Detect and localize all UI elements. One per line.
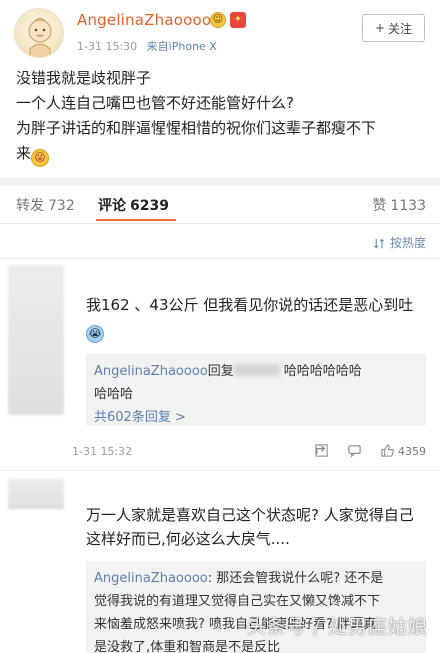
member-face-icon: ☺ — [210, 12, 226, 28]
red-envelope-icon: ✦ — [230, 12, 246, 28]
reply-action: 回复 — [207, 364, 234, 379]
comment-1-reply-box[interactable]: AngelinaZhaoooo回复 哈哈哈哈哈哈 哈哈哈 共602条回复 > — [86, 354, 426, 426]
tab-repost[interactable]: 转发 732 — [16, 195, 75, 215]
more-replies-link[interactable]: 共602条回复 > — [94, 406, 418, 429]
redacted-avatar-area — [8, 479, 64, 509]
user-badges: ☺ ✦ — [210, 12, 246, 28]
share-icon[interactable] — [314, 443, 329, 458]
tab-likes[interactable]: 赞 1133 — [372, 195, 426, 215]
comment-2-line-1: 万一人家就是喜欢自己这个状态呢? 人家觉得自己 — [86, 506, 414, 524]
sort-label: 按热度 — [389, 236, 426, 250]
sort-icon — [374, 238, 385, 249]
post-source-device: iPhone X — [168, 40, 217, 53]
reply-author[interactable]: AngelinaZhaoooo — [94, 571, 208, 586]
comment-1-reply-line-1: AngelinaZhaoooo回复 哈哈哈哈哈哈 — [94, 360, 418, 383]
post-tabs: 转发 732 评论 6239 赞 1133 — [0, 186, 440, 224]
post-line-2: 一个人连自己嘴巴也管不好还能管好什么? — [16, 94, 294, 112]
post-line-4: 来 😜 — [16, 141, 428, 167]
user-avatar[interactable] — [14, 8, 64, 58]
plus-icon: + — [374, 21, 386, 35]
tab-repost-label: 转发 — [16, 198, 44, 214]
comment-2-text: 万一人家就是喜欢自己这个状态呢? 人家觉得自己 这样好而已,何必这么大戾气...… — [86, 503, 428, 551]
tab-comments-label: 评论 — [98, 198, 126, 214]
reply-text-1: : 那还会管我说什么呢? 还不是 — [207, 571, 384, 586]
weibo-post: AngelinaZhaoooo ☺ ✦ 1-31 15:30 来自iPhone … — [0, 0, 440, 183]
watermark: 头条号 / 处男座姑娘 — [246, 616, 428, 638]
comment-2-reply-line-1: AngelinaZhaoooo: 那还会管我说什么呢? 还不是 — [94, 567, 418, 590]
tab-likes-count: 1133 — [390, 198, 426, 214]
tab-repost-count: 732 — [48, 198, 75, 214]
baby-avatar-icon — [28, 18, 52, 57]
section-gap — [0, 178, 440, 186]
post-username[interactable]: AngelinaZhaoooo — [77, 11, 211, 29]
post-line-1: 没错我就是歧视胖子 — [16, 69, 152, 87]
tongue-emoji-icon: 😜 — [31, 149, 50, 167]
post-source: 来自iPhone X — [147, 40, 217, 53]
post-line-4-text: 来 — [16, 144, 32, 162]
crying-emoji-icon: 😭 — [86, 325, 104, 343]
tab-comments[interactable]: 评论 6239 — [98, 195, 169, 215]
post-line-3: 为胖子讲话的和胖逼惺惺相惜的祝你们这辈子都瘦不下 — [16, 119, 377, 137]
comment-2-reply-box[interactable]: AngelinaZhaoooo: 那还会管我说什么呢? 还不是 觉得我说的有道理… — [86, 561, 426, 653]
comment-icon[interactable] — [347, 443, 362, 458]
post-meta: 1-31 15:30 来自iPhone X — [77, 38, 217, 54]
comment-1-emoji-line: 😭 — [86, 317, 428, 343]
post-source-prefix: 来自 — [146, 40, 169, 53]
post-body: 没错我就是歧视胖子 一个人连自己嘴巴也管不好还能管好什么? 为胖子讲话的和胖逼惺… — [16, 66, 428, 167]
comment-1-line-1: 我162 、43公斤 但我看见你说的话还是恶心到吐 — [86, 296, 414, 314]
like-control[interactable]: 4359 — [380, 443, 426, 458]
comment-2-reply-line-2: 觉得我说的有道理又觉得自己实在又懒又馋减不下 — [94, 594, 381, 609]
follow-button-label: 关注 — [388, 21, 413, 36]
comment-2-line-2: 这样好而已,何必这么大戾气.... — [86, 530, 290, 548]
redacted-name — [233, 364, 280, 376]
comment-1-time: 1-31 15:32 — [72, 445, 133, 458]
sort-row: 按热度 — [0, 226, 440, 258]
post-time: 1-31 15:30 — [77, 40, 138, 53]
comment-1-text: 我162 、43公斤 但我看见你说的话还是恶心到吐 😭 — [86, 293, 428, 343]
reply-author[interactable]: AngelinaZhaoooo — [94, 364, 208, 379]
active-tab-indicator — [96, 219, 176, 221]
tab-likes-label: 赞 — [372, 198, 387, 214]
sort-by-hot-button[interactable]: 按热度 — [373, 234, 426, 251]
comment-1: 我162 、43公斤 但我看见你说的话还是恶心到吐 😭 AngelinaZhao… — [0, 259, 440, 467]
redacted-avatar-area — [8, 265, 64, 415]
thumbs-up-icon — [380, 444, 394, 457]
tab-comments-count: 6239 — [130, 198, 169, 214]
comment-1-reply-line-2: 哈哈哈 — [94, 387, 134, 402]
like-count: 4359 — [398, 445, 426, 458]
follow-button[interactable]: + 关注 — [362, 14, 425, 42]
comment-1-actions: 4359 — [314, 443, 426, 458]
reply-text-a: 哈哈哈哈哈哈 — [283, 364, 362, 379]
